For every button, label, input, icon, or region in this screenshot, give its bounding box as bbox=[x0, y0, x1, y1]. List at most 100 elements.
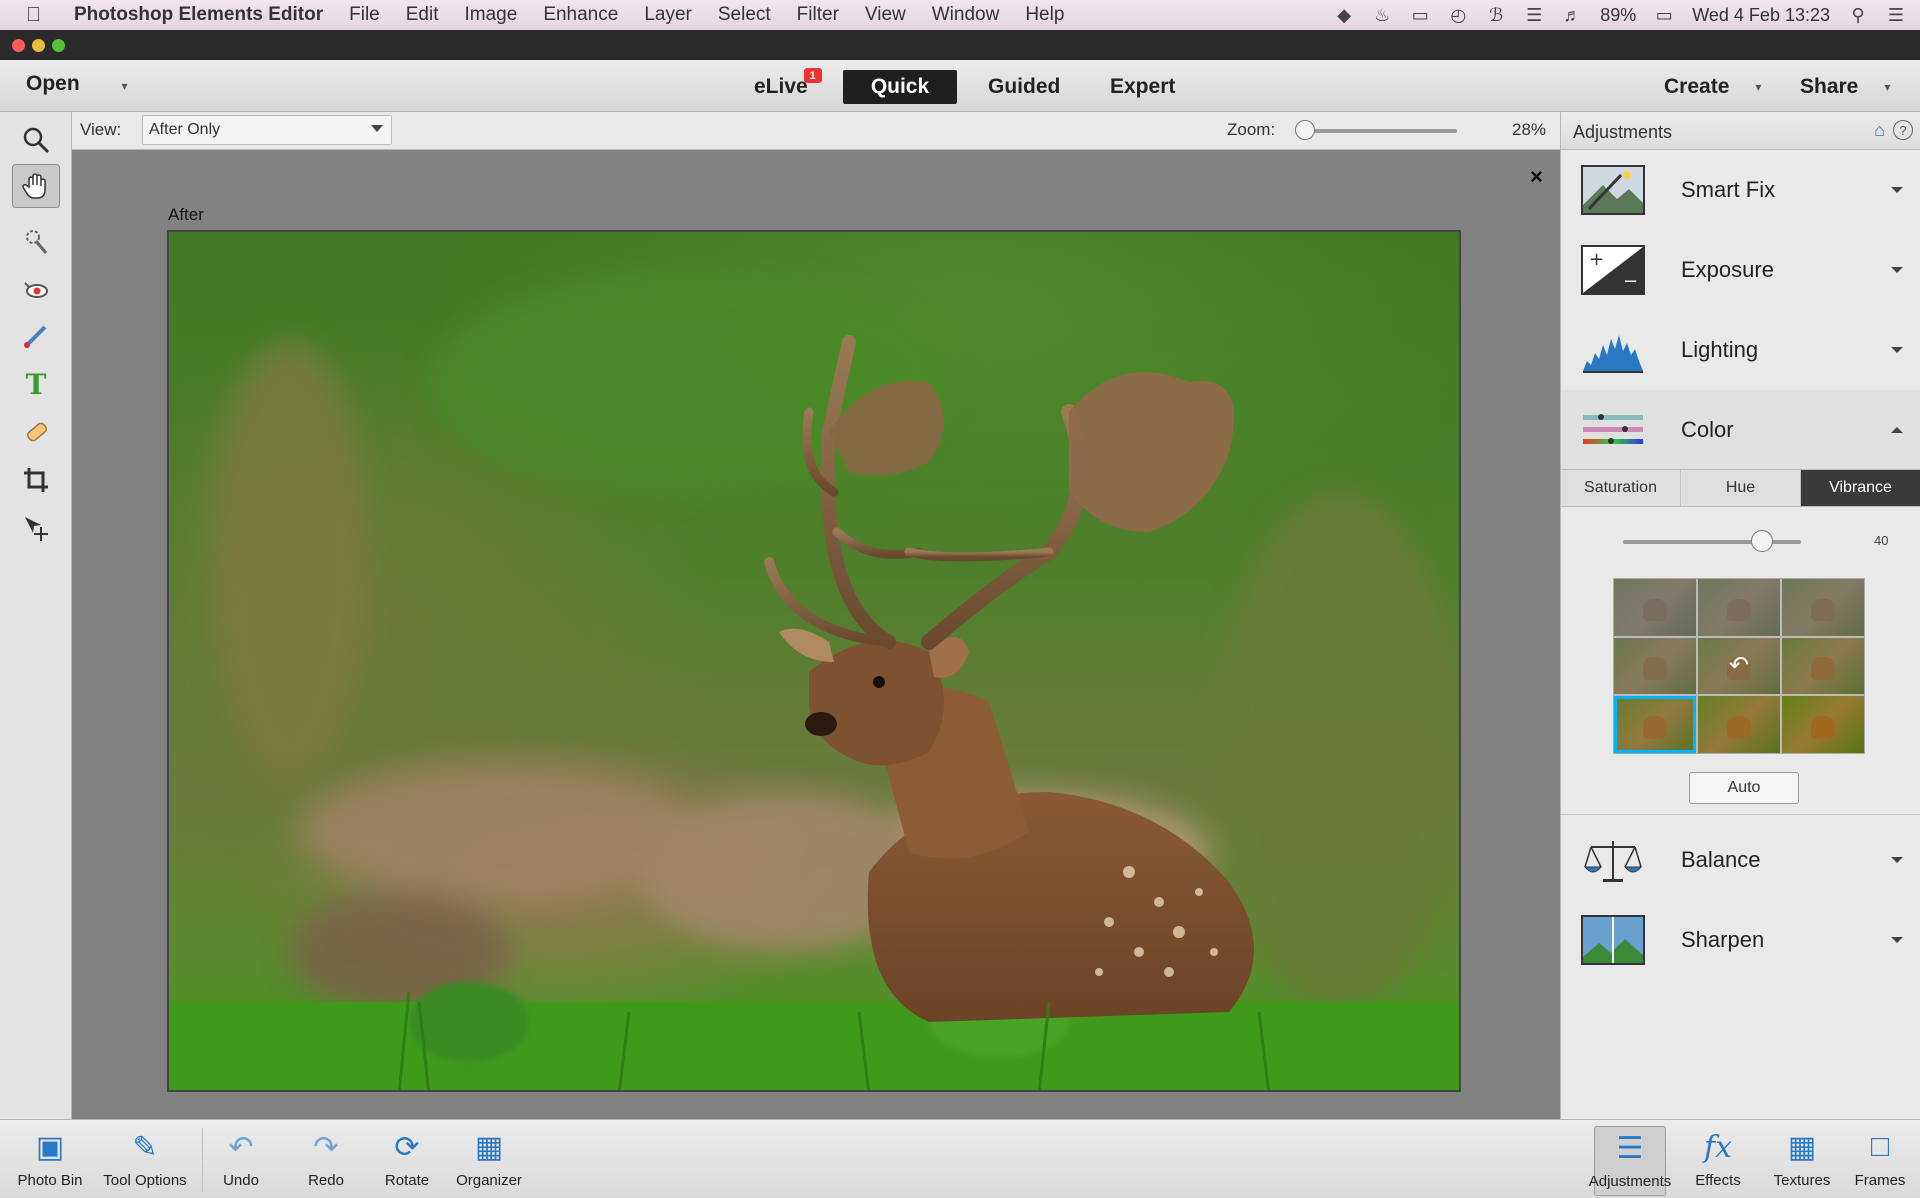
variation-thumbnail[interactable]: ↶ bbox=[1698, 637, 1780, 695]
adjustment-smart-fix[interactable]: Smart Fix bbox=[1561, 150, 1920, 230]
menu-file[interactable]: File bbox=[349, 4, 380, 26]
airplay-icon[interactable]: ▭ bbox=[1410, 5, 1430, 25]
close-image-icon[interactable]: × bbox=[1530, 164, 1543, 190]
vibrance-slider[interactable] bbox=[1623, 540, 1801, 544]
redo-button[interactable]: ↷ Redo bbox=[281, 1126, 371, 1196]
battery-icon[interactable]: ▭ bbox=[1654, 5, 1674, 25]
battery-percent[interactable]: 89% bbox=[1600, 5, 1636, 26]
color-icon bbox=[1583, 414, 1643, 444]
zoom-window-button[interactable] bbox=[52, 39, 65, 52]
clock[interactable]: Wed 4 Feb 13:23 bbox=[1692, 5, 1830, 26]
share-button[interactable]: Share ▾ bbox=[1776, 70, 1914, 104]
quick-selection-tool-icon[interactable] bbox=[12, 220, 60, 264]
tab-hue[interactable]: Hue bbox=[1681, 470, 1801, 506]
apple-menu-icon[interactable]:  bbox=[26, 4, 52, 27]
tab-vibrance[interactable]: Vibrance bbox=[1801, 470, 1920, 506]
menu-layer[interactable]: Layer bbox=[644, 4, 692, 26]
crop-tool-icon[interactable] bbox=[12, 458, 60, 502]
zoom-tool-icon[interactable] bbox=[12, 118, 60, 162]
adjustment-color[interactable]: Color bbox=[1561, 390, 1920, 470]
time-machine-icon[interactable]: ◴ bbox=[1448, 5, 1468, 25]
zoom-slider[interactable] bbox=[1297, 129, 1457, 133]
variation-thumbnail[interactable] bbox=[1782, 696, 1864, 753]
variation-thumbnail[interactable] bbox=[1698, 696, 1780, 753]
textures-icon: ▦ bbox=[1787, 1130, 1817, 1164]
frames-label: Frames bbox=[1854, 1172, 1906, 1189]
organizer-button[interactable]: ▦ Organizer bbox=[444, 1126, 534, 1196]
variation-thumbnail[interactable] bbox=[1782, 579, 1864, 636]
photo-deer[interactable] bbox=[167, 230, 1461, 1092]
type-tool-icon[interactable]: T bbox=[12, 362, 60, 406]
after-label: After bbox=[168, 205, 204, 224]
spotlight-search-icon[interactable]: ⚲ bbox=[1848, 5, 1868, 25]
elive-button[interactable]: eLive 1 bbox=[730, 68, 832, 104]
reset-panel-icon[interactable]: ⌂ bbox=[1874, 120, 1885, 141]
adjustment-lighting[interactable]: Lighting bbox=[1561, 310, 1920, 390]
color-tabs: Saturation Hue Vibrance bbox=[1561, 469, 1920, 507]
menu-select[interactable]: Select bbox=[718, 4, 771, 26]
balance-icon bbox=[1583, 841, 1643, 882]
dropbox-icon[interactable]: ◆ bbox=[1334, 5, 1354, 25]
photo-bin-label: Photo Bin bbox=[17, 1172, 83, 1189]
spot-healing-brush-icon[interactable] bbox=[12, 410, 60, 454]
variation-thumbnail[interactable] bbox=[1698, 579, 1780, 636]
adjustments-button[interactable]: ☰ Adjustments bbox=[1589, 1126, 1671, 1196]
undo-label: Undo bbox=[223, 1172, 259, 1189]
tab-quick[interactable]: Quick bbox=[843, 70, 957, 104]
redo-label: Redo bbox=[308, 1172, 344, 1189]
help-icon[interactable]: ? bbox=[1893, 120, 1913, 140]
frames-button[interactable]: □ Frames bbox=[1844, 1126, 1916, 1196]
red-eye-tool-icon[interactable] bbox=[12, 268, 60, 312]
wifi-icon[interactable]: ☰ bbox=[1524, 5, 1544, 25]
rotate-button[interactable]: ⟳ Rotate bbox=[362, 1126, 452, 1196]
variation-thumbnail[interactable] bbox=[1782, 637, 1864, 695]
auto-button[interactable]: Auto bbox=[1689, 772, 1799, 804]
app-menu[interactable]: Photoshop Elements Editor bbox=[74, 4, 323, 26]
menu-filter[interactable]: Filter bbox=[797, 4, 839, 26]
menu-enhance[interactable]: Enhance bbox=[543, 4, 618, 26]
chevron-down-icon bbox=[1891, 187, 1903, 193]
notification-icon[interactable]: ♨ bbox=[1372, 5, 1392, 25]
adjustment-exposure[interactable]: + − Exposure bbox=[1561, 230, 1920, 310]
view-select[interactable]: After Only bbox=[142, 115, 392, 145]
photo-bin-button[interactable]: ▣ Photo Bin bbox=[5, 1126, 95, 1196]
minimize-window-button[interactable] bbox=[32, 39, 45, 52]
bottom-taskbar: ▣ Photo Bin ✎ Tool Options ↶ Undo ↷ Redo… bbox=[0, 1119, 1920, 1198]
bluetooth-icon[interactable]: ℬ bbox=[1486, 5, 1506, 25]
menu-edit[interactable]: Edit bbox=[406, 4, 439, 26]
adjustments-label: Adjustments bbox=[1588, 1173, 1672, 1190]
close-window-button[interactable] bbox=[12, 39, 25, 52]
effects-button[interactable]: fx Effects bbox=[1682, 1126, 1754, 1196]
view-select-value: After Only bbox=[149, 121, 221, 138]
view-label: View: bbox=[80, 120, 122, 139]
vibrance-slider-handle[interactable] bbox=[1750, 530, 1773, 552]
tool-options-button[interactable]: ✎ Tool Options bbox=[100, 1126, 190, 1196]
open-button[interactable]: Open ▾ bbox=[26, 72, 128, 96]
tab-saturation[interactable]: Saturation bbox=[1561, 470, 1681, 506]
menu-view[interactable]: View bbox=[865, 4, 906, 26]
create-button[interactable]: Create ▾ bbox=[1640, 70, 1785, 104]
variation-thumbnail[interactable] bbox=[1614, 637, 1696, 695]
zoom-slider-handle[interactable] bbox=[1295, 120, 1315, 140]
open-dropdown-icon[interactable]: ▾ bbox=[122, 79, 128, 93]
adjustment-sharpen[interactable]: Sharpen bbox=[1561, 900, 1920, 980]
canvas-area[interactable]: After × bbox=[72, 150, 1560, 1119]
notification-center-icon[interactable]: ☰ bbox=[1886, 5, 1906, 25]
undo-button[interactable]: ↶ Undo bbox=[196, 1126, 286, 1196]
whiten-teeth-brush-icon[interactable] bbox=[12, 314, 60, 358]
menu-window[interactable]: Window bbox=[932, 4, 1000, 26]
smart-fix-label: Smart Fix bbox=[1681, 177, 1776, 202]
hand-tool-icon[interactable] bbox=[12, 164, 60, 208]
panel-header: Adjustments ⌂ ? bbox=[1561, 112, 1920, 150]
menu-help[interactable]: Help bbox=[1025, 4, 1064, 26]
move-tool-icon[interactable] bbox=[12, 506, 60, 550]
variation-thumbnail-selected[interactable] bbox=[1614, 696, 1696, 753]
menu-image[interactable]: Image bbox=[465, 4, 518, 26]
volume-icon[interactable]: ♬ bbox=[1562, 5, 1582, 25]
adjustment-balance[interactable]: Balance bbox=[1561, 820, 1920, 900]
tab-expert[interactable]: Expert bbox=[1086, 70, 1199, 104]
variation-thumbnail[interactable] bbox=[1614, 579, 1696, 636]
tab-guided[interactable]: Guided bbox=[964, 70, 1084, 104]
textures-button[interactable]: ▦ Textures bbox=[1766, 1126, 1838, 1196]
reset-variation-icon[interactable]: ↶ bbox=[1698, 638, 1780, 695]
